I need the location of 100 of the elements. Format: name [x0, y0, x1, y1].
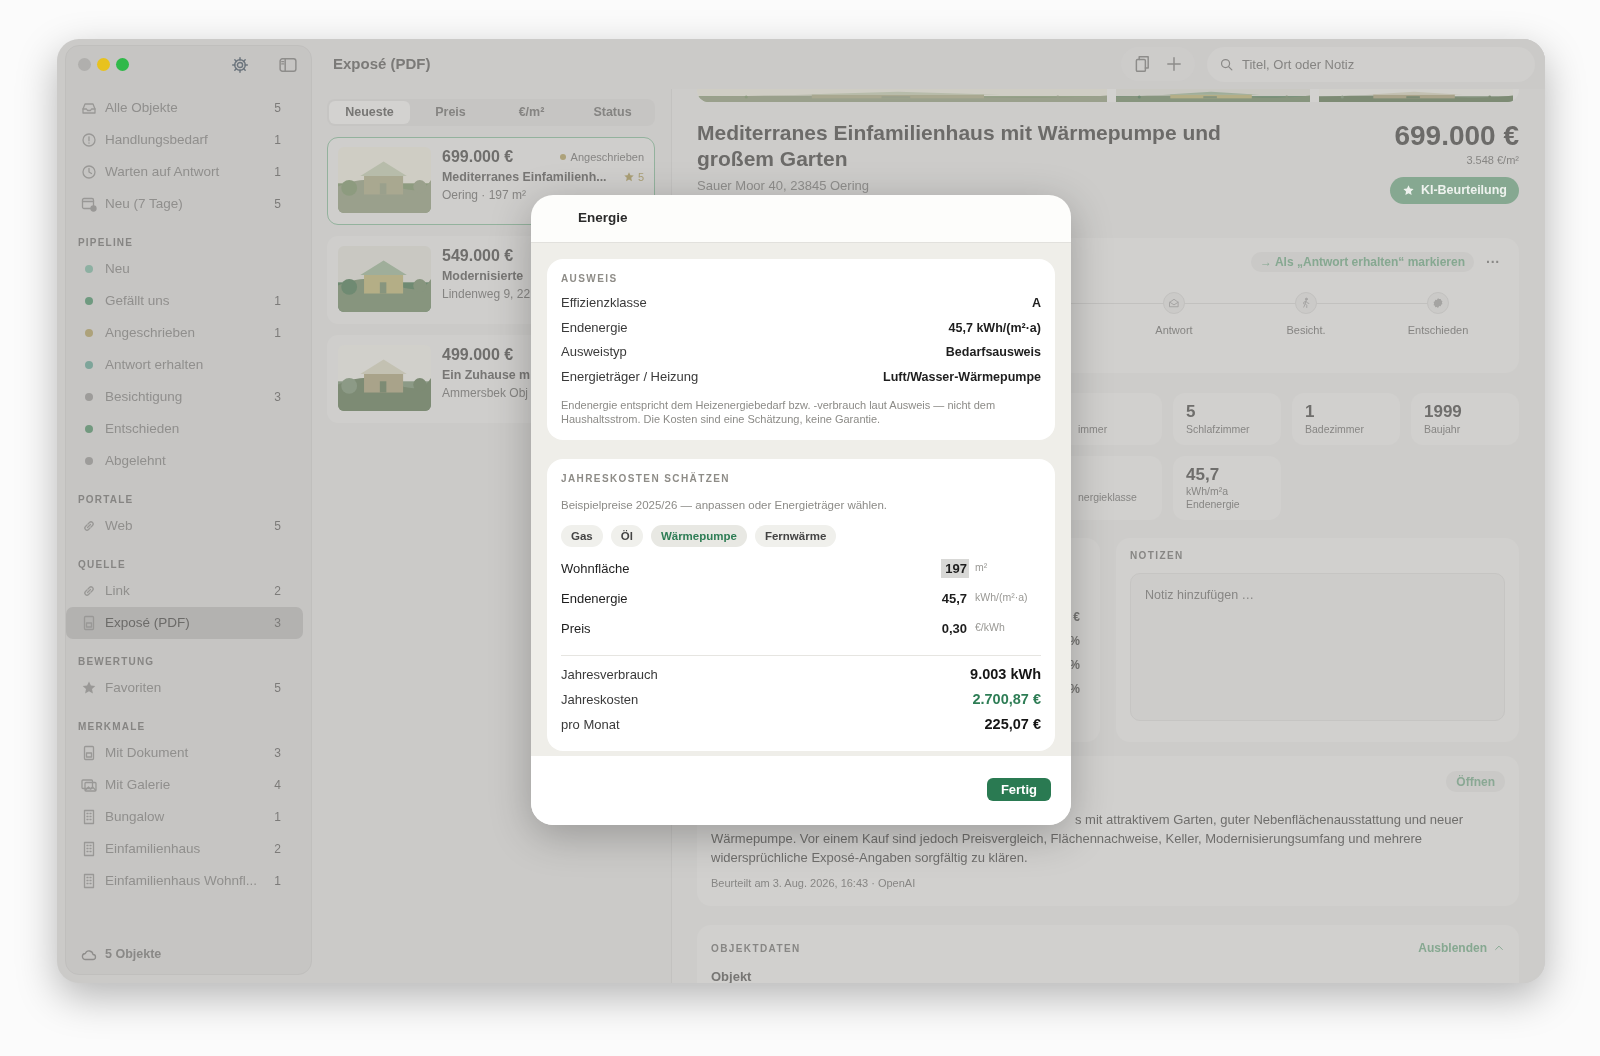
field-value: Bedarfsausweis: [945, 344, 1041, 361]
listing-title: Modernisierte: [442, 268, 524, 285]
listing-meta: Oering · 197 m²: [442, 187, 527, 204]
item-count: 1: [274, 132, 281, 149]
star-icon: [622, 171, 635, 183]
result-label: Jahreskosten: [561, 691, 639, 710]
subsection-heading: Objekt: [711, 968, 753, 983]
section-heading: BEWERTUNG: [78, 655, 156, 669]
energy-carrier-chip[interactable]: Wärmepumpe: [650, 525, 747, 548]
sort-tab[interactable]: Neueste: [329, 101, 410, 124]
input-field[interactable]: 197: [941, 558, 969, 578]
price-per-sqm: 3.548 €/m²: [1465, 153, 1519, 168]
plus-icon: [1165, 55, 1183, 73]
calendar-icon: [81, 196, 97, 212]
input-field[interactable]: 0,30: [923, 618, 969, 638]
link-icon: [81, 518, 97, 534]
window-title: Exposé (PDF): [333, 53, 431, 74]
search-field[interactable]: Titel, Ort oder Notiz: [1207, 46, 1535, 82]
result-value: 2.700,87 €: [972, 690, 1041, 710]
section-heading: JAHRESKOSTEN SCHÄTZEN: [561, 471, 731, 486]
section-heading: PORTALE: [78, 493, 135, 507]
unit-label: kWh/(m²·a): [974, 590, 1029, 606]
stat-label: Endenergie: [1186, 497, 1241, 511]
sort-tab[interactable]: Status: [572, 101, 653, 124]
object-count: 5 Objekte: [105, 946, 162, 964]
result-label: Jahresverbrauch: [561, 666, 658, 685]
listing-title: Mediterranes Einfamilienhaus mit Wärmepumpe und großem Garten: [697, 120, 1222, 172]
item-count: 3: [274, 745, 281, 762]
stat-value: 1999: [1424, 402, 1463, 422]
ai-rating-button[interactable]: KI-Beurteilung: [1389, 176, 1519, 204]
collapse-toggle[interactable]: Ausblenden: [1418, 939, 1505, 957]
section-heading: PIPELINE: [78, 236, 135, 250]
stat-label: immer: [1078, 422, 1109, 436]
item-count: 5: [274, 680, 281, 697]
field-label: Endenergie: [561, 589, 629, 608]
item-count: 1: [274, 293, 281, 310]
stat-label: Schlafzimmer: [1186, 422, 1251, 436]
listing-price: 549.000 €: [442, 246, 514, 266]
copy-icon: [1133, 55, 1151, 73]
stat-unit: kWh/m²a: [1186, 485, 1229, 497]
item-label: Exposé (PDF): [105, 613, 190, 632]
section-heading: QUELLE: [78, 558, 127, 572]
result-label: pro Monat: [561, 716, 620, 735]
document-icon: [81, 615, 97, 631]
sort-tab[interactable]: Preis: [410, 101, 491, 124]
star-icon: [1401, 183, 1415, 197]
status-label: Angeschrieben: [570, 149, 644, 165]
unit-label: €/kWh: [974, 620, 1006, 636]
unit-label: m²: [974, 560, 989, 576]
tray-icon: [81, 100, 97, 116]
photos-icon: [81, 777, 97, 793]
building-icon: [81, 841, 97, 857]
stat-value: 5: [1186, 402, 1197, 422]
window-control[interactable]: [116, 57, 129, 71]
settings-icon: [231, 55, 249, 74]
field-label: Effizienzklasse: [561, 294, 647, 312]
listing-meta: Lindenweg 9, 22: [442, 286, 531, 303]
item-count: 5: [274, 196, 281, 213]
step-label: Antwort: [1155, 323, 1193, 338]
stat-label: Baujahr: [1424, 422, 1462, 436]
item-count: 3: [274, 389, 281, 406]
section-heading: AUSWEIS: [561, 272, 619, 286]
input-field[interactable]: 45,7: [923, 588, 969, 608]
sort-tab[interactable]: €/m²: [491, 101, 572, 124]
clock-icon: [81, 164, 97, 180]
result-value: 9.003 kWh: [970, 665, 1041, 685]
ai-summary: s mit attraktivem Garten, guter Nebenflächenausstattung und neuer Wärmepumpe. Vor einem Kauf sind jedoch Preisvergleich, Flächennachweise, Keller, Modernisierungsumfang und mehrere widersprüchliche Exposé-Angaben sorgfältig zu klären.: [711, 811, 1465, 867]
field-value: Luft/Wasser-Wärmepumpe: [883, 368, 1041, 386]
step-label: Entschieden: [1407, 323, 1469, 338]
item-count: 1: [274, 809, 281, 826]
document-icon: [81, 745, 97, 761]
stat-value: 45,7: [1186, 465, 1221, 485]
exclamation-circle-icon: [81, 132, 97, 148]
rating-timestamp: Beurteilt am 3. Aug. 2026, 16:43 · OpenAI: [711, 876, 917, 891]
result-value: 225,07 €: [984, 715, 1041, 735]
energy-carrier-chip[interactable]: Gas: [561, 525, 603, 548]
walking-person-icon: [1300, 297, 1312, 309]
open-button[interactable]: Öffnen: [1446, 771, 1505, 792]
mark-status-button[interactable]: → Als „Antwort erhalten“ markieren: [1251, 252, 1474, 272]
search-icon: [1219, 56, 1234, 72]
more-button[interactable]: ···: [1482, 255, 1504, 269]
listing-price: 699.000 €: [442, 147, 514, 167]
done-button[interactable]: Fertig: [986, 778, 1051, 802]
energy-carrier-chip[interactable]: Fernwärme: [754, 525, 837, 548]
link-icon: [81, 583, 97, 599]
item-count: 5: [274, 100, 281, 117]
stat-label: nergieklasse: [1078, 490, 1138, 504]
item-count: 4: [274, 777, 281, 794]
stat-label: Badezimmer: [1305, 422, 1365, 436]
window-control[interactable]: [97, 57, 110, 71]
sidebar-icon: [279, 55, 297, 74]
step-label: Besicht.: [1286, 323, 1326, 338]
notes-field[interactable]: Notiz hinzufügen …: [1130, 573, 1505, 721]
item-count: 1: [274, 325, 281, 342]
star-icon: [81, 680, 97, 696]
energy-carrier-chip[interactable]: Öl: [610, 525, 643, 548]
building-icon: [81, 873, 97, 889]
price: 699.000 €: [1393, 120, 1519, 152]
item-count: 1: [274, 164, 281, 181]
address: Sauer Moor 40, 23845 Oering: [697, 177, 870, 195]
